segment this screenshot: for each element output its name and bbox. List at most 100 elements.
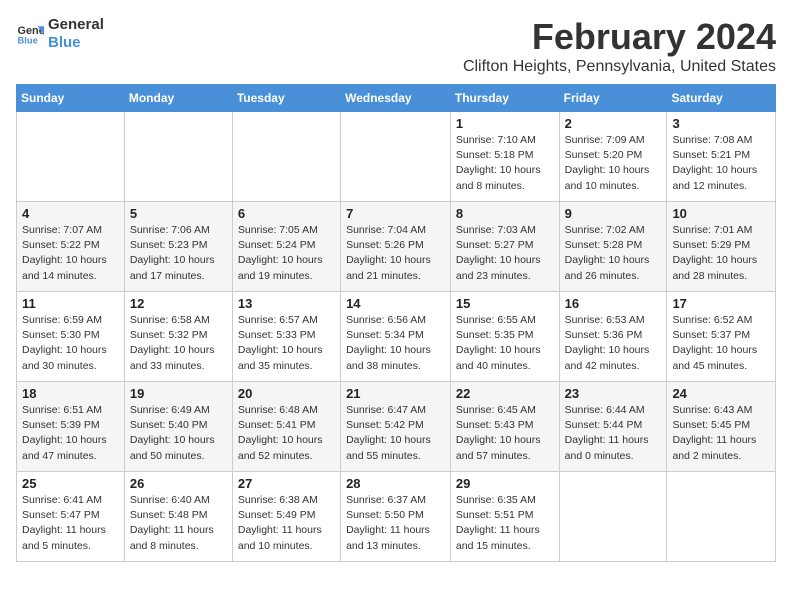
month-title: February 2024 xyxy=(463,16,776,58)
day-cell xyxy=(559,472,667,562)
day-cell: 12Sunrise: 6:58 AM Sunset: 5:32 PM Dayli… xyxy=(124,292,232,382)
day-number: 24 xyxy=(672,386,770,401)
day-cell: 1 Sunrise: 7:10 AM Sunset: 5:18 PM Daylig… xyxy=(450,112,559,202)
day-cell: 22Sunrise: 6:45 AM Sunset: 5:43 PM Dayli… xyxy=(450,382,559,472)
day-number: 6 xyxy=(238,206,335,221)
day-number: 4 xyxy=(22,206,119,221)
day-detail: Sunrise: 7:03 AM Sunset: 5:27 PM Dayligh… xyxy=(456,223,554,284)
day-number: 22 xyxy=(456,386,554,401)
day-number: 18 xyxy=(22,386,119,401)
day-number: 27 xyxy=(238,476,335,491)
day-number: 17 xyxy=(672,296,770,311)
calendar-table: SundayMondayTuesdayWednesdayThursdayFrid… xyxy=(16,84,776,562)
day-cell: 29Sunrise: 6:35 AM Sunset: 5:51 PM Dayli… xyxy=(450,472,559,562)
day-cell: 6Sunrise: 7:05 AM Sunset: 5:24 PM Daylig… xyxy=(232,202,340,292)
week-row-2: 4 Sunrise: 7:07 AM Sunset: 5:22 PM Daylig… xyxy=(17,202,776,292)
day-number: 3 xyxy=(672,116,770,131)
day-cell xyxy=(232,112,340,202)
day-cell xyxy=(341,112,451,202)
day-detail: Sunrise: 6:41 AM Sunset: 5:47 PM Dayligh… xyxy=(22,493,119,554)
day-cell: 13Sunrise: 6:57 AM Sunset: 5:33 PM Dayli… xyxy=(232,292,340,382)
day-detail: Sunrise: 6:49 AM Sunset: 5:40 PM Dayligh… xyxy=(130,403,227,464)
day-cell: 5Sunrise: 7:06 AM Sunset: 5:23 PM Daylig… xyxy=(124,202,232,292)
day-cell: 11Sunrise: 6:59 AM Sunset: 5:30 PM Dayli… xyxy=(17,292,125,382)
day-detail: Sunrise: 6:37 AM Sunset: 5:50 PM Dayligh… xyxy=(346,493,445,554)
col-header-monday: Monday xyxy=(124,85,232,112)
day-cell: 28 Sunrise: 6:37 AM Sunset: 5:50 PM Dayli… xyxy=(341,472,451,562)
day-cell: 24 Sunrise: 6:43 AM Sunset: 5:45 PM Dayli… xyxy=(667,382,776,472)
day-detail: Sunrise: 7:09 AM Sunset: 5:20 PM Dayligh… xyxy=(565,133,662,194)
day-cell: 25 Sunrise: 6:41 AM Sunset: 5:47 PM Dayli… xyxy=(17,472,125,562)
day-detail: Sunrise: 6:57 AM Sunset: 5:33 PM Dayligh… xyxy=(238,313,335,374)
day-number: 2 xyxy=(565,116,662,131)
day-number: 14 xyxy=(346,296,445,311)
day-detail: Sunrise: 7:07 AM Sunset: 5:22 PM Dayligh… xyxy=(22,223,119,284)
day-cell: 14 Sunrise: 6:56 AM Sunset: 5:34 PM Dayli… xyxy=(341,292,451,382)
day-number: 20 xyxy=(238,386,335,401)
day-number: 9 xyxy=(565,206,662,221)
day-number: 19 xyxy=(130,386,227,401)
day-detail: Sunrise: 6:40 AM Sunset: 5:48 PM Dayligh… xyxy=(130,493,227,554)
day-number: 5 xyxy=(130,206,227,221)
day-cell: 2 Sunrise: 7:09 AM Sunset: 5:20 PM Daylig… xyxy=(559,112,667,202)
day-cell xyxy=(667,472,776,562)
day-detail: Sunrise: 6:35 AM Sunset: 5:51 PM Dayligh… xyxy=(456,493,554,554)
week-row-5: 25 Sunrise: 6:41 AM Sunset: 5:47 PM Dayli… xyxy=(17,472,776,562)
day-detail: Sunrise: 6:53 AM Sunset: 5:36 PM Dayligh… xyxy=(565,313,662,374)
day-number: 16 xyxy=(565,296,662,311)
day-cell: 16 Sunrise: 6:53 AM Sunset: 5:36 PM Dayli… xyxy=(559,292,667,382)
calendar-body: 1 Sunrise: 7:10 AM Sunset: 5:18 PM Daylig… xyxy=(17,112,776,562)
col-header-wednesday: Wednesday xyxy=(341,85,451,112)
day-detail: Sunrise: 6:52 AM Sunset: 5:37 PM Dayligh… xyxy=(672,313,770,374)
day-cell: 21 Sunrise: 6:47 AM Sunset: 5:42 PM Dayli… xyxy=(341,382,451,472)
location-title: Clifton Heights, Pennsylvania, United St… xyxy=(463,58,776,76)
day-detail: Sunrise: 6:38 AM Sunset: 5:49 PM Dayligh… xyxy=(238,493,335,554)
col-header-saturday: Saturday xyxy=(667,85,776,112)
week-row-1: 1 Sunrise: 7:10 AM Sunset: 5:18 PM Daylig… xyxy=(17,112,776,202)
day-number: 26 xyxy=(130,476,227,491)
day-detail: Sunrise: 7:08 AM Sunset: 5:21 PM Dayligh… xyxy=(672,133,770,194)
day-cell: 9 Sunrise: 7:02 AM Sunset: 5:28 PM Daylig… xyxy=(559,202,667,292)
day-cell: 7 Sunrise: 7:04 AM Sunset: 5:26 PM Daylig… xyxy=(341,202,451,292)
day-detail: Sunrise: 7:01 AM Sunset: 5:29 PM Dayligh… xyxy=(672,223,770,284)
logo-icon: General Blue xyxy=(16,20,44,48)
day-cell: 23Sunrise: 6:44 AM Sunset: 5:44 PM Dayli… xyxy=(559,382,667,472)
day-cell: 20 Sunrise: 6:48 AM Sunset: 5:41 PM Dayli… xyxy=(232,382,340,472)
day-detail: Sunrise: 7:10 AM Sunset: 5:18 PM Dayligh… xyxy=(456,133,554,194)
day-detail: Sunrise: 6:56 AM Sunset: 5:34 PM Dayligh… xyxy=(346,313,445,374)
day-detail: Sunrise: 6:47 AM Sunset: 5:42 PM Dayligh… xyxy=(346,403,445,464)
day-cell: 26 Sunrise: 6:40 AM Sunset: 5:48 PM Dayli… xyxy=(124,472,232,562)
col-header-thursday: Thursday xyxy=(450,85,559,112)
logo-line1: General xyxy=(48,16,104,34)
day-detail: Sunrise: 6:43 AM Sunset: 5:45 PM Dayligh… xyxy=(672,403,770,464)
col-header-sunday: Sunday xyxy=(17,85,125,112)
svg-text:Blue: Blue xyxy=(18,35,38,45)
week-row-4: 18Sunrise: 6:51 AM Sunset: 5:39 PM Dayli… xyxy=(17,382,776,472)
day-cell: 4 Sunrise: 7:07 AM Sunset: 5:22 PM Daylig… xyxy=(17,202,125,292)
day-number: 15 xyxy=(456,296,554,311)
day-number: 21 xyxy=(346,386,445,401)
day-detail: Sunrise: 6:48 AM Sunset: 5:41 PM Dayligh… xyxy=(238,403,335,464)
day-cell: 3 Sunrise: 7:08 AM Sunset: 5:21 PM Daylig… xyxy=(667,112,776,202)
logo-line2: Blue xyxy=(48,34,104,52)
day-number: 8 xyxy=(456,206,554,221)
title-area: February 2024 Clifton Heights, Pennsylva… xyxy=(463,16,776,76)
week-row-3: 11Sunrise: 6:59 AM Sunset: 5:30 PM Dayli… xyxy=(17,292,776,382)
day-number: 11 xyxy=(22,296,119,311)
day-cell: 10 Sunrise: 7:01 AM Sunset: 5:29 PM Dayli… xyxy=(667,202,776,292)
day-detail: Sunrise: 7:04 AM Sunset: 5:26 PM Dayligh… xyxy=(346,223,445,284)
day-number: 10 xyxy=(672,206,770,221)
day-cell xyxy=(124,112,232,202)
day-number: 7 xyxy=(346,206,445,221)
col-header-friday: Friday xyxy=(559,85,667,112)
day-number: 25 xyxy=(22,476,119,491)
day-number: 28 xyxy=(346,476,445,491)
day-detail: Sunrise: 6:58 AM Sunset: 5:32 PM Dayligh… xyxy=(130,313,227,374)
day-number: 1 xyxy=(456,116,554,131)
day-cell: 15 Sunrise: 6:55 AM Sunset: 5:35 PM Dayli… xyxy=(450,292,559,382)
col-header-tuesday: Tuesday xyxy=(232,85,340,112)
calendar-header-row: SundayMondayTuesdayWednesdayThursdayFrid… xyxy=(17,85,776,112)
day-detail: Sunrise: 6:55 AM Sunset: 5:35 PM Dayligh… xyxy=(456,313,554,374)
day-detail: Sunrise: 6:44 AM Sunset: 5:44 PM Dayligh… xyxy=(565,403,662,464)
day-detail: Sunrise: 7:02 AM Sunset: 5:28 PM Dayligh… xyxy=(565,223,662,284)
